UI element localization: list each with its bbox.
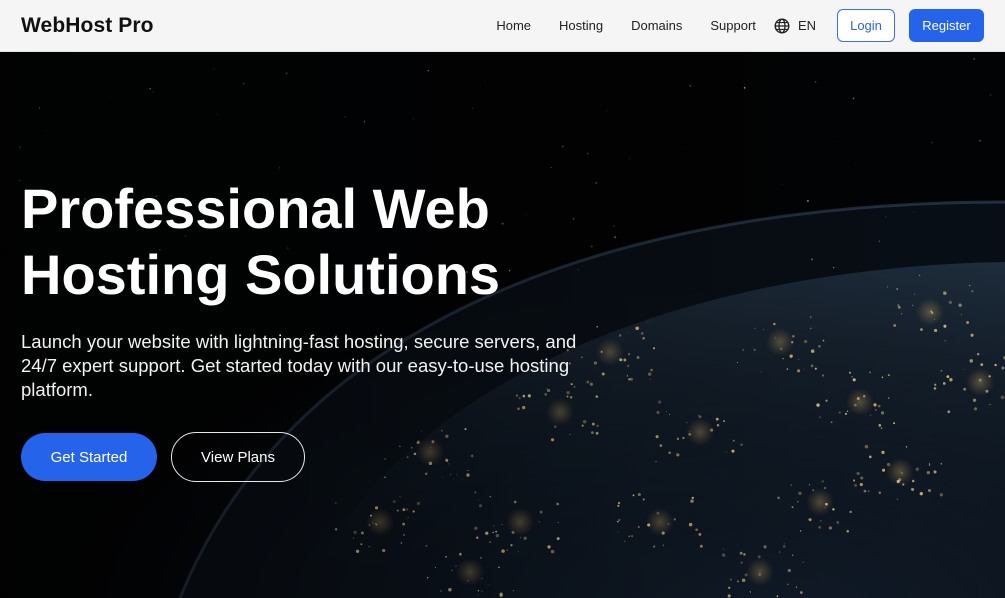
main-nav: Home Hosting Domains Support <box>496 18 770 33</box>
hero-title: Professional Web Hosting Solutions <box>21 176 621 308</box>
hero-title-line-2: Hosting Solutions <box>21 243 501 306</box>
hero-title-line-1: Professional Web <box>21 177 490 240</box>
view-plans-button[interactable]: View Plans <box>171 432 305 482</box>
language-label: EN <box>797 18 816 33</box>
nav-link-home[interactable]: Home <box>496 18 545 33</box>
register-button[interactable]: Register <box>909 9 984 42</box>
hero-cta-group: Get Started View Plans <box>21 432 621 482</box>
hero-content: Professional Web Hosting Solutions Launc… <box>21 176 621 482</box>
language-selector[interactable]: EN <box>774 17 816 34</box>
hero-description: Launch your website with lightning-fast … <box>21 331 577 400</box>
get-started-button[interactable]: Get Started <box>21 433 157 481</box>
hero-section: Professional Web Hosting Solutions Launc… <box>0 52 1005 598</box>
nav-link-domains[interactable]: Domains <box>617 18 696 33</box>
login-button[interactable]: Login <box>837 9 895 42</box>
top-navbar: WebHost Pro Home Hosting Domains Support… <box>0 0 1005 52</box>
nav-link-support[interactable]: Support <box>696 18 770 33</box>
nav-link-hosting[interactable]: Hosting <box>545 18 617 33</box>
globe-icon <box>774 17 790 34</box>
site-logo[interactable]: WebHost Pro <box>21 14 154 38</box>
